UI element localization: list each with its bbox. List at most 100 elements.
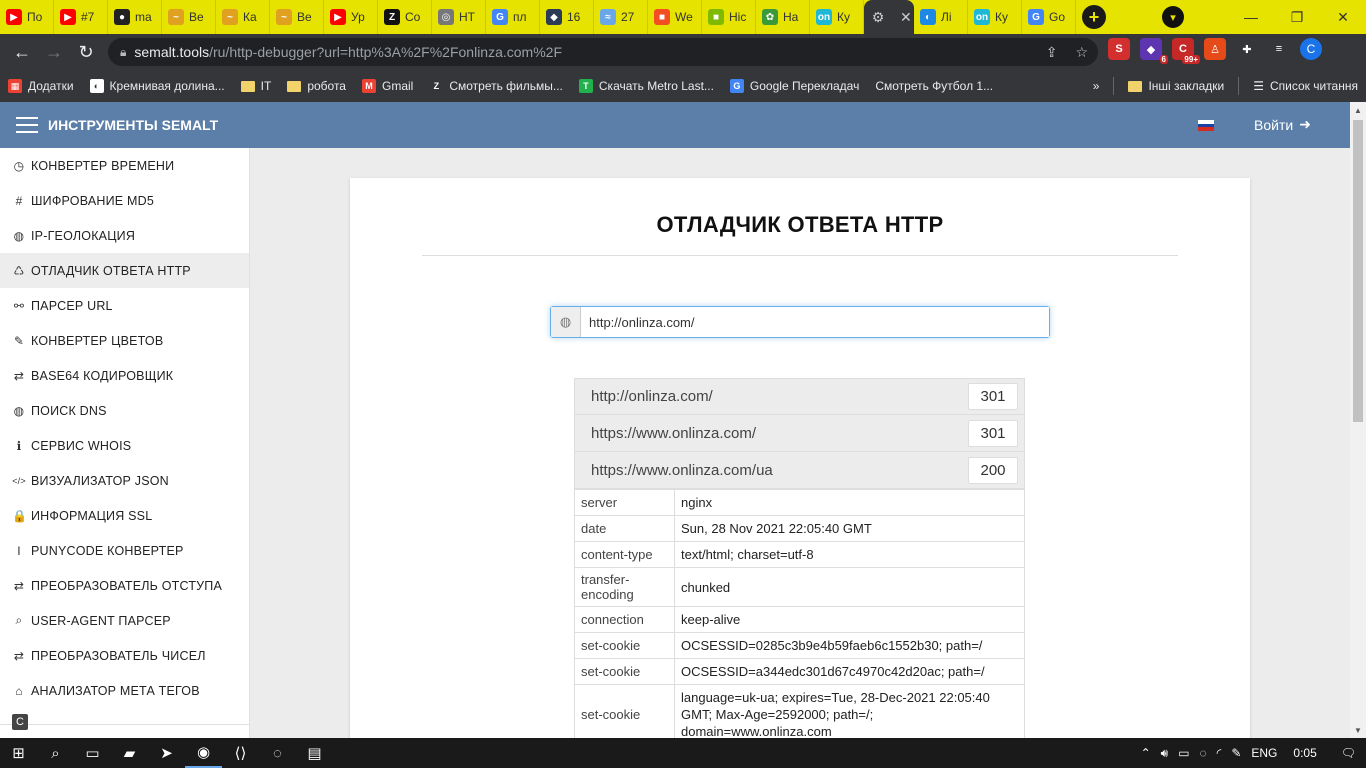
- bookmark-item[interactable]: G Google Перекладач: [722, 72, 867, 100]
- sidebar-item[interactable]: ⚯ ПАРСЕР URL: [0, 288, 249, 323]
- language-indicator[interactable]: ENG: [1251, 746, 1277, 760]
- reading-list[interactable]: ☰ Список читання: [1245, 72, 1366, 100]
- sidebar-item[interactable]: ⌂ АНАЛИЗАТОР МЕТА ТЕГОВ: [0, 673, 249, 708]
- sidebar-item[interactable]: </> ВИЗУАЛИЗАТОР JSON: [0, 463, 249, 498]
- sidebar-item[interactable]: ⇄ BASE64 КОДИРОВЩИК: [0, 358, 249, 393]
- browser-tab[interactable]: ✿ На: [756, 0, 810, 34]
- other-bookmarks[interactable]: Інші закладки: [1120, 72, 1232, 100]
- volume-icon[interactable]: 🔊︎: [1161, 746, 1169, 761]
- sidebar-item[interactable]: 🔒 ИНФОРМАЦИЯ SSL: [0, 498, 249, 533]
- browser-tab[interactable]: ▶ По: [0, 0, 54, 34]
- sidebar-item[interactable]: ◍ ПОИСК DNS: [0, 393, 249, 428]
- close-tab-icon[interactable]: ✕: [900, 9, 912, 26]
- browser-tab[interactable]: G Go: [1022, 0, 1076, 34]
- browser-tab[interactable]: on Ку: [968, 0, 1022, 34]
- scroll-up-icon[interactable]: ▲: [1350, 102, 1366, 118]
- sidebar-item[interactable]: ⇄ ПРЕОБРАЗОВАТЕЛЬ ЧИСЕЛ: [0, 638, 249, 673]
- browser-tab[interactable]: on Ку: [810, 0, 864, 34]
- sidebar-item[interactable]: # ШИФРОВАНИЕ MD5: [0, 183, 249, 218]
- puzzle-icon[interactable]: ✚: [1236, 38, 1258, 60]
- viber-icon[interactable]: ◌: [259, 738, 296, 768]
- sidebar-item[interactable]: ℹ СЕРВИС WHOIS: [0, 428, 249, 463]
- login-button[interactable]: Войти ➜: [1254, 116, 1311, 133]
- restore-icon[interactable]: ❐: [1274, 0, 1320, 34]
- scroll-down-icon[interactable]: ▼: [1350, 722, 1366, 738]
- semalt-ext-icon[interactable]: S: [1108, 38, 1130, 60]
- viber-tray-icon[interactable]: ◌: [1200, 746, 1207, 760]
- bookmark-item[interactable]: M Gmail: [354, 72, 421, 100]
- address-bar[interactable]: 🔒︎ semalt.tools/ru/http-debugger?url=htt…: [108, 38, 1098, 66]
- clock[interactable]: 0:05: [1293, 746, 1316, 760]
- clock-icon: ◷: [13, 158, 25, 173]
- close-window-icon[interactable]: ✕: [1320, 0, 1366, 34]
- bookmark-item[interactable]: T Скачать Metro Last...: [571, 72, 722, 100]
- browser-tab[interactable]: ◎ HT: [432, 0, 486, 34]
- profile-avatar[interactable]: C: [1300, 38, 1322, 60]
- wifi-icon[interactable]: ◜: [1217, 746, 1222, 760]
- sidebar-item[interactable]: ✎ КОНВЕРТЕР ЦВЕТОВ: [0, 323, 249, 358]
- figure-ext-icon[interactable]: ♙: [1204, 38, 1226, 60]
- other-bookmarks-label: Інші закладки: [1148, 79, 1225, 93]
- forward-arrow-icon[interactable]: →: [38, 36, 70, 68]
- browser-tab[interactable]: ◐ Лі: [914, 0, 968, 34]
- brand-title[interactable]: ИНСТРУМЕНТЫ SEMALT: [48, 117, 218, 133]
- tab-title: HT: [459, 10, 475, 24]
- media-list-icon[interactable]: ≡: [1268, 38, 1290, 60]
- browser-tab[interactable]: ■ Ніс: [702, 0, 756, 34]
- browser-tab[interactable]: ■ We: [648, 0, 702, 34]
- bookmark-item[interactable]: робота: [279, 72, 354, 100]
- share-icon[interactable]: ⇪: [1046, 44, 1058, 61]
- browser-tab[interactable]: ≈27: [594, 0, 648, 34]
- browser-tab[interactable]: ~ Ве: [162, 0, 216, 34]
- browser-tab[interactable]: ▶ #7: [54, 0, 108, 34]
- sidebar-item[interactable]: ♺ ОТЛАДЧИК ОТВЕТА HTTP: [0, 253, 249, 288]
- search-icon[interactable]: ⌕: [37, 738, 74, 768]
- russian-flag-icon[interactable]: [1198, 120, 1214, 132]
- scrollbar-thumb[interactable]: [1353, 120, 1363, 422]
- page-scrollbar[interactable]: ▲ ▼: [1350, 102, 1366, 738]
- pen-icon[interactable]: ✎: [1231, 746, 1241, 760]
- browser-tab[interactable]: Z Co: [378, 0, 432, 34]
- lock-icon[interactable]: 🔒︎: [120, 45, 126, 60]
- windows-start-icon[interactable]: ⊞: [0, 738, 37, 768]
- bookmark-item[interactable]: Z Смотреть фильмы...: [421, 72, 571, 100]
- telegram-icon[interactable]: ➤: [148, 738, 185, 768]
- tab-title: Ве: [297, 10, 312, 24]
- red-ext-icon[interactable]: C 99+: [1172, 38, 1200, 64]
- browser-tab[interactable]: ▶ Ур: [324, 0, 378, 34]
- new-tab-plus-icon[interactable]: +: [1082, 5, 1106, 29]
- browser-tab[interactable]: ~ Ка: [216, 0, 270, 34]
- bookmark-item[interactable]: ◐ Кремнивая долина...: [82, 72, 233, 100]
- minimize-icon[interactable]: —: [1228, 0, 1274, 34]
- sidebar-item[interactable]: ⌕ USER-AGENT ПАРСЕР: [0, 603, 249, 638]
- vscode-icon[interactable]: ⟨⟩: [222, 738, 259, 768]
- chrome-icon[interactable]: ◉: [185, 738, 222, 768]
- sidebar-item[interactable]: ◍ IP-ГЕОЛОКАЦИЯ: [0, 218, 249, 253]
- browser-tab[interactable]: ● ma: [108, 0, 162, 34]
- tab-search-chevron-icon[interactable]: ▾: [1162, 6, 1184, 28]
- browser-tab[interactable]: ~ Ве: [270, 0, 324, 34]
- sidebar-item[interactable]: ⇄ ПРЕОБРАЗОВАТЕЛЬ ОТСТУПА: [0, 568, 249, 603]
- browser-tab[interactable]: Gпл: [486, 0, 540, 34]
- notifications-icon[interactable]: 🗨︎: [1341, 746, 1356, 760]
- task-view-icon[interactable]: ▭: [74, 738, 111, 768]
- notepad-icon[interactable]: ▤: [296, 738, 333, 768]
- reload-icon[interactable]: ↻: [70, 36, 102, 68]
- c-badge-icon[interactable]: C: [12, 714, 28, 730]
- hamburger-menu-icon[interactable]: [16, 117, 38, 133]
- browser-tab[interactable]: ◆ 16: [540, 0, 594, 34]
- bookmark-item[interactable]: IT: [233, 72, 280, 100]
- sidebar-item[interactable]: I PUNYCODE КОНВЕРТЕР: [0, 533, 249, 568]
- bookmark-item[interactable]: Смотреть Футбол 1...: [867, 72, 1001, 100]
- url-input[interactable]: [581, 307, 1049, 337]
- file-explorer-icon[interactable]: ▰: [111, 738, 148, 768]
- bookmarks-overflow-chevron-icon[interactable]: »: [1085, 72, 1108, 100]
- sidebar-item[interactable]: ◷ КОНВЕРТЕР ВРЕМЕНИ: [0, 148, 249, 183]
- bookmark-item[interactable]: ▦ Додатки: [0, 72, 82, 100]
- back-arrow-icon[interactable]: ←: [6, 36, 38, 68]
- gem-ext-icon[interactable]: ◆ 6: [1140, 38, 1168, 64]
- tray-chevron-up-icon[interactable]: ⌃: [1141, 746, 1151, 760]
- browser-tab[interactable]: ⚙ ✕: [864, 0, 914, 34]
- battery-icon[interactable]: ▭: [1178, 746, 1189, 760]
- star-bookmark-icon[interactable]: ☆: [1075, 44, 1088, 61]
